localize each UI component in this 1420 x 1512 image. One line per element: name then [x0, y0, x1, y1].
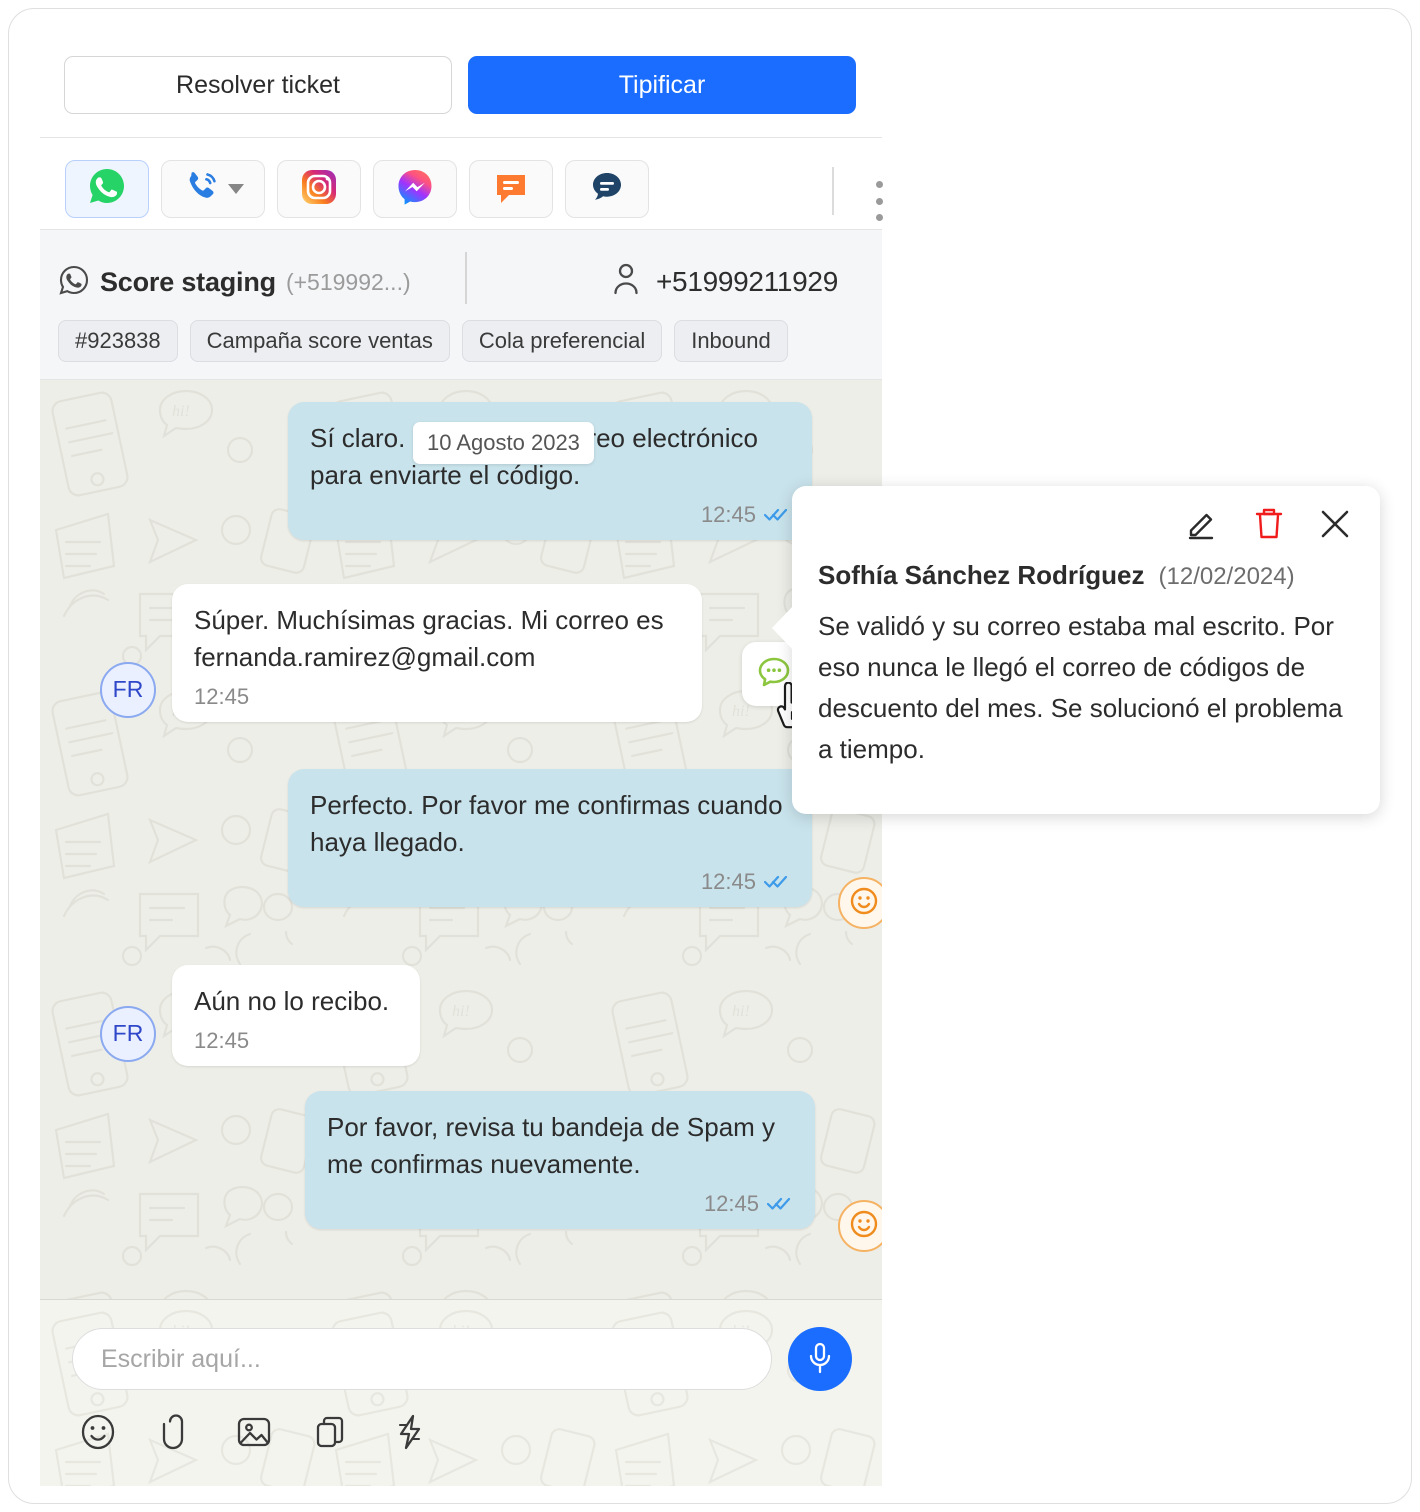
- pencil-edit-icon[interactable]: [1184, 506, 1220, 542]
- header-divider: [465, 252, 467, 304]
- instagram-icon: [299, 167, 339, 212]
- note-popup-actions: [1184, 506, 1352, 542]
- kebab-menu-icon: [875, 181, 883, 188]
- account-info: Score staging (+519992...): [58, 264, 411, 301]
- message-meta: 12:45: [194, 1028, 398, 1054]
- app-root: Resolver ticket Tipificar Score staging …: [0, 0, 1420, 1512]
- typify-button[interactable]: Tipificar: [468, 56, 856, 114]
- voice-record-button[interactable]: [788, 1327, 852, 1391]
- attachment-paperclip-icon[interactable]: [156, 1412, 196, 1452]
- avatar: FR: [100, 661, 156, 718]
- customer-info: +51999211929: [610, 262, 838, 301]
- channel-whatsapp[interactable]: [65, 160, 149, 218]
- message-text: Por favor, revisa tu bandeja de Spam y m…: [327, 1112, 776, 1179]
- message-text: Aún no lo recibo.: [194, 986, 390, 1016]
- message-row: FR Aún no lo recibo. 12:45: [100, 965, 420, 1066]
- account-name: Score staging: [100, 267, 276, 297]
- close-x-icon[interactable]: [1318, 507, 1352, 541]
- trash-delete-icon[interactable]: [1252, 506, 1286, 542]
- avatar: FR: [100, 1005, 156, 1062]
- chevron-down-icon[interactable]: [227, 184, 244, 194]
- read-receipt-icon: [763, 869, 790, 895]
- quick-reply-lightning-icon[interactable]: [390, 1412, 430, 1452]
- chat-bubble-icon: [587, 167, 627, 212]
- message-time: 12:45: [700, 501, 756, 527]
- whatsapp-outline-icon: [58, 264, 90, 301]
- smiley-reaction-icon: [849, 886, 879, 921]
- person-icon: [610, 262, 642, 301]
- read-receipt-icon: [763, 502, 790, 528]
- note-body-text: Se validó y su correo estaba mal escrito…: [818, 611, 1343, 765]
- tag-ticket-id[interactable]: #923838: [58, 320, 178, 362]
- note-header: Sofhía Sánchez Rodríguez (12/02/2024): [818, 560, 1295, 591]
- message-time: 12:45: [194, 683, 250, 709]
- overflow-menu-button[interactable]: [868, 181, 890, 221]
- message-bubble-incoming[interactable]: Súper. Muchísimas gracias. Mi correo es …: [172, 584, 702, 722]
- read-receipt-icon: [766, 1191, 793, 1217]
- phone-call-icon: [183, 167, 223, 212]
- channel-messenger[interactable]: [373, 160, 457, 218]
- message-bubble-incoming[interactable]: Aún no lo recibo. 12:45: [172, 965, 420, 1066]
- channel-selector: [65, 152, 649, 226]
- note-popup: Sofhía Sánchez Rodríguez (12/02/2024) Se…: [772, 486, 1380, 814]
- message-time: 12:45: [700, 868, 756, 894]
- emoji-icon[interactable]: [78, 1412, 118, 1452]
- popup-tail: [772, 606, 793, 650]
- message-input[interactable]: [101, 1344, 743, 1374]
- ticket-tags: #923838 Campaña score ventas Cola prefer…: [58, 320, 788, 362]
- comment-note-icon: [756, 654, 792, 695]
- conversation-panel: Resolver ticket Tipificar Score staging …: [40, 24, 883, 1486]
- date-divider-chip: 10 Agosto 2023: [413, 422, 594, 464]
- message-text: Perfecto. Por favor me confirmas cuando …: [310, 790, 783, 857]
- message-composer: [40, 1299, 882, 1486]
- contact-header: Score staging (+519992...) +51999211929 …: [40, 230, 882, 380]
- message-row: Perfecto. Por favor me confirmas cuando …: [288, 769, 812, 907]
- channel-chat[interactable]: [565, 160, 649, 218]
- message-meta: 12:45: [327, 1191, 793, 1217]
- channel-sms[interactable]: [469, 160, 553, 218]
- channel-divider: [832, 167, 834, 215]
- channel-instagram[interactable]: [277, 160, 361, 218]
- message-input-wrapper[interactable]: [72, 1328, 772, 1390]
- chat-messages-area[interactable]: hi!: [40, 380, 882, 1299]
- tag-queue[interactable]: Cola preferencial: [461, 320, 663, 362]
- customer-phone: +51999211929: [656, 265, 838, 297]
- microphone-icon: [805, 1341, 835, 1378]
- message-meta: 12:45: [310, 869, 790, 895]
- note-date: (12/02/2024): [1158, 563, 1295, 590]
- channel-voice[interactable]: [161, 160, 265, 218]
- message-reaction-badge[interactable]: [838, 877, 882, 929]
- tag-campaign[interactable]: Campaña score ventas: [189, 320, 450, 362]
- divider-top: [40, 137, 882, 138]
- message-meta: 12:45: [194, 684, 680, 710]
- tag-direction[interactable]: Inbound: [674, 320, 788, 362]
- message-time: 12:45: [194, 1027, 250, 1053]
- ticket-actions: Resolver ticket Tipificar: [64, 56, 882, 120]
- message-text: Súper. Muchísimas gracias. Mi correo es …: [194, 605, 664, 672]
- image-icon[interactable]: [234, 1412, 274, 1452]
- message-time: 12:45: [703, 1190, 759, 1216]
- messenger-icon: [395, 167, 435, 212]
- message-bubble-outgoing[interactable]: Por favor, revisa tu bandeja de Spam y m…: [305, 1091, 815, 1229]
- templates-copy-icon[interactable]: [312, 1412, 352, 1452]
- smiley-reaction-icon: [849, 1209, 879, 1244]
- sms-bubble-icon: [491, 167, 531, 212]
- message-row: FR Súper. Muchísimas gracias. Mi correo …: [100, 584, 702, 722]
- message-bubble-outgoing[interactable]: Perfecto. Por favor me confirmas cuando …: [288, 769, 812, 907]
- message-reaction-badge[interactable]: [838, 1200, 882, 1252]
- account-number: (+519992...): [285, 269, 411, 295]
- whatsapp-icon: [86, 166, 128, 213]
- resolve-ticket-button[interactable]: Resolver ticket: [64, 56, 452, 114]
- message-meta: 12:45: [310, 502, 790, 528]
- message-row: Por favor, revisa tu bandeja de Spam y m…: [305, 1091, 815, 1229]
- composer-tools: [78, 1412, 430, 1452]
- note-author: Sofhía Sánchez Rodríguez: [818, 560, 1145, 590]
